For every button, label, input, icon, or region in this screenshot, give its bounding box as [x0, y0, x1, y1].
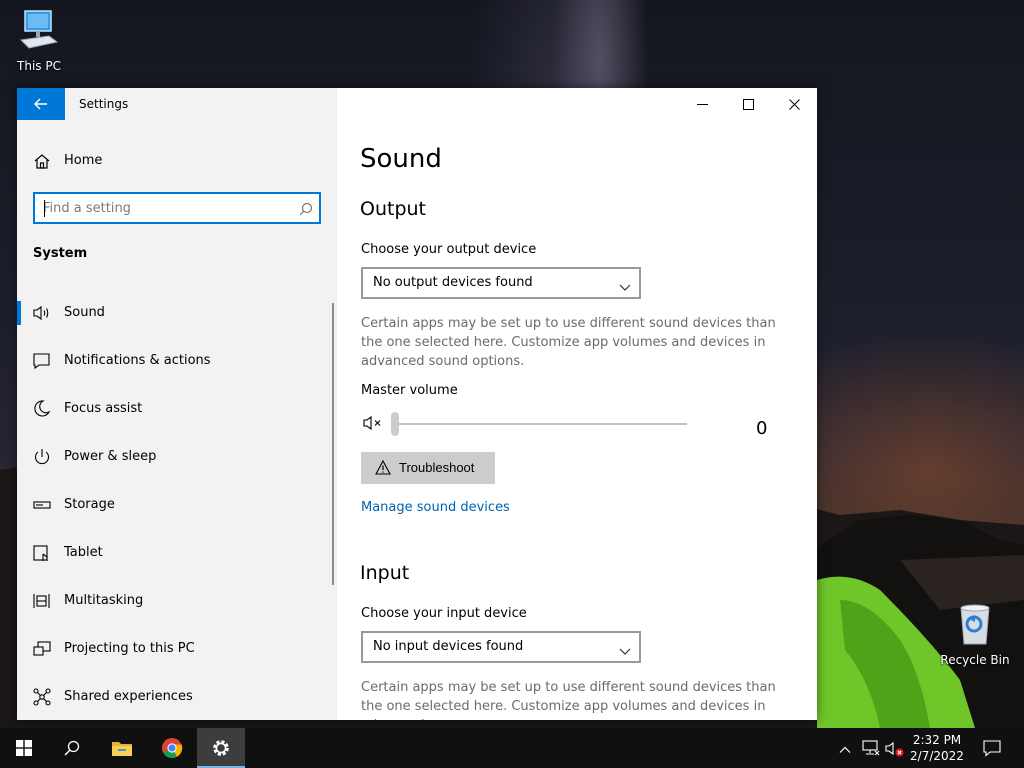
sidebar-item-shared-experiences[interactable]: Shared experiences — [17, 673, 337, 720]
settings-window: Settings Home System — [17, 88, 817, 720]
troubleshoot-label: Troubleshoot — [399, 460, 475, 475]
computer-icon — [2, 8, 76, 55]
sidebar-item-sound[interactable]: Sound — [17, 289, 337, 337]
home-icon — [33, 153, 51, 173]
output-device-value: No output devices found — [373, 275, 533, 290]
desktop-icon-recycle-bin[interactable]: Recycle Bin — [938, 602, 1012, 667]
network-icon[interactable] — [862, 740, 880, 760]
clock-date: 2/7/2022 — [910, 749, 964, 763]
action-center-icon[interactable] — [983, 739, 1001, 761]
warning-icon — [375, 459, 391, 478]
speaker-icon — [32, 303, 52, 323]
chevron-down-icon — [619, 641, 631, 660]
back-arrow-icon — [34, 98, 47, 110]
chrome-button[interactable] — [148, 728, 196, 768]
search-box[interactable] — [33, 192, 321, 224]
settings-icon — [213, 740, 229, 756]
file-explorer-icon — [112, 742, 132, 756]
input-device-dropdown[interactable]: No input devices found — [361, 631, 641, 663]
sidebar-item-label: Power & sleep — [64, 449, 157, 464]
output-device-dropdown[interactable]: No output devices found — [361, 267, 641, 299]
sidebar-item-label: Tablet — [64, 545, 103, 560]
close-icon — [788, 98, 800, 110]
recycle-bin-icon — [938, 602, 1012, 649]
volume-muted-icon[interactable] — [363, 414, 385, 436]
search-input[interactable] — [43, 199, 283, 217]
sidebar-item-power-sleep[interactable]: Power & sleep — [17, 433, 337, 481]
close-button[interactable] — [771, 88, 817, 120]
start-button[interactable] — [0, 728, 48, 768]
input-device-label: Choose your input device — [361, 606, 527, 621]
sidebar-item-label: Storage — [64, 497, 115, 512]
text-caret — [44, 200, 45, 217]
maximize-button[interactable] — [725, 88, 771, 120]
section-title: System — [33, 246, 88, 261]
taskbar-search-button[interactable] — [48, 728, 96, 768]
master-volume-value: 0 — [756, 418, 768, 439]
input-description: Certain apps may be set up to use differ… — [361, 680, 776, 720]
output-description: Certain apps may be set up to use differ… — [361, 316, 776, 369]
desktop-icon-label: Recycle Bin — [940, 653, 1010, 667]
chevron-down-icon — [619, 277, 631, 296]
settings-taskbar-button[interactable] — [197, 728, 245, 768]
sidebar-item-home[interactable]: Home — [17, 144, 337, 178]
power-icon — [32, 447, 52, 467]
clock-time: 2:32 PM — [912, 733, 962, 747]
notification-icon — [32, 351, 52, 371]
search-icon[interactable] — [299, 201, 313, 220]
chrome-icon — [162, 738, 183, 759]
sidebar-item-label: Sound — [64, 305, 105, 320]
output-heading: Output — [360, 198, 426, 220]
multitasking-icon — [32, 591, 52, 611]
content-pane: Sound Output Choose your output device N… — [337, 88, 817, 720]
sidebar-item-label: Shared experiences — [64, 689, 193, 704]
sidebar-item-tablet[interactable]: Tablet — [17, 529, 337, 577]
sidebar-item-projecting[interactable]: Projecting to this PC — [17, 625, 337, 673]
app-title: Settings — [79, 97, 129, 111]
input-heading: Input — [360, 562, 410, 584]
sidebar-item-label: Notifications & actions — [64, 353, 211, 368]
sidebar-item-label: Projecting to this PC — [64, 641, 195, 656]
sidebar-item-label: Home — [64, 153, 103, 168]
minimize-button[interactable] — [679, 88, 725, 120]
sidebar-scrollbar[interactable] — [332, 303, 334, 585]
desktop-icon-label: This PC — [17, 59, 61, 73]
minimize-icon — [696, 103, 708, 105]
sidebar-item-notifications[interactable]: Notifications & actions — [17, 337, 337, 385]
tablet-icon — [32, 543, 52, 563]
input-device-value: No input devices found — [373, 639, 524, 654]
sidebar-item-label: Focus assist — [64, 401, 143, 416]
master-volume-label: Master volume — [361, 383, 458, 398]
taskbar: 2:32 PM 2/7/2022 — [0, 728, 1024, 768]
sidebar-item-storage[interactable]: Storage — [17, 481, 337, 529]
page-title: Sound — [360, 144, 442, 174]
desktop-icon-this-pc[interactable]: This PC — [2, 8, 76, 73]
troubleshoot-button[interactable]: Troubleshoot — [361, 452, 495, 484]
master-volume-thumb[interactable] — [391, 412, 399, 436]
taskbar-clock[interactable]: 2:32 PM 2/7/2022 — [905, 732, 969, 764]
sidebar-nav: Sound Notifications & actions Focus assi… — [17, 289, 337, 720]
search-icon — [64, 740, 80, 756]
sidebar-item-label: Multitasking — [64, 593, 144, 608]
maximize-icon — [742, 98, 754, 110]
sidebar-item-multitasking[interactable]: Multitasking — [17, 577, 337, 625]
sidebar: Settings Home System — [17, 88, 337, 720]
back-button[interactable] — [17, 88, 65, 120]
manage-sound-devices-link[interactable]: Manage sound devices — [361, 500, 510, 515]
file-explorer-button[interactable] — [98, 728, 146, 768]
volume-muted-icon[interactable] — [885, 740, 905, 762]
master-volume-slider[interactable] — [395, 423, 687, 425]
storage-icon — [32, 495, 52, 515]
output-device-label: Choose your output device — [361, 242, 537, 257]
moon-icon — [32, 399, 52, 419]
chevron-up-icon[interactable] — [839, 741, 851, 760]
shared-experiences-icon — [32, 687, 52, 707]
sidebar-item-focus-assist[interactable]: Focus assist — [17, 385, 337, 433]
projecting-icon — [32, 639, 52, 659]
start-icon — [16, 740, 32, 756]
